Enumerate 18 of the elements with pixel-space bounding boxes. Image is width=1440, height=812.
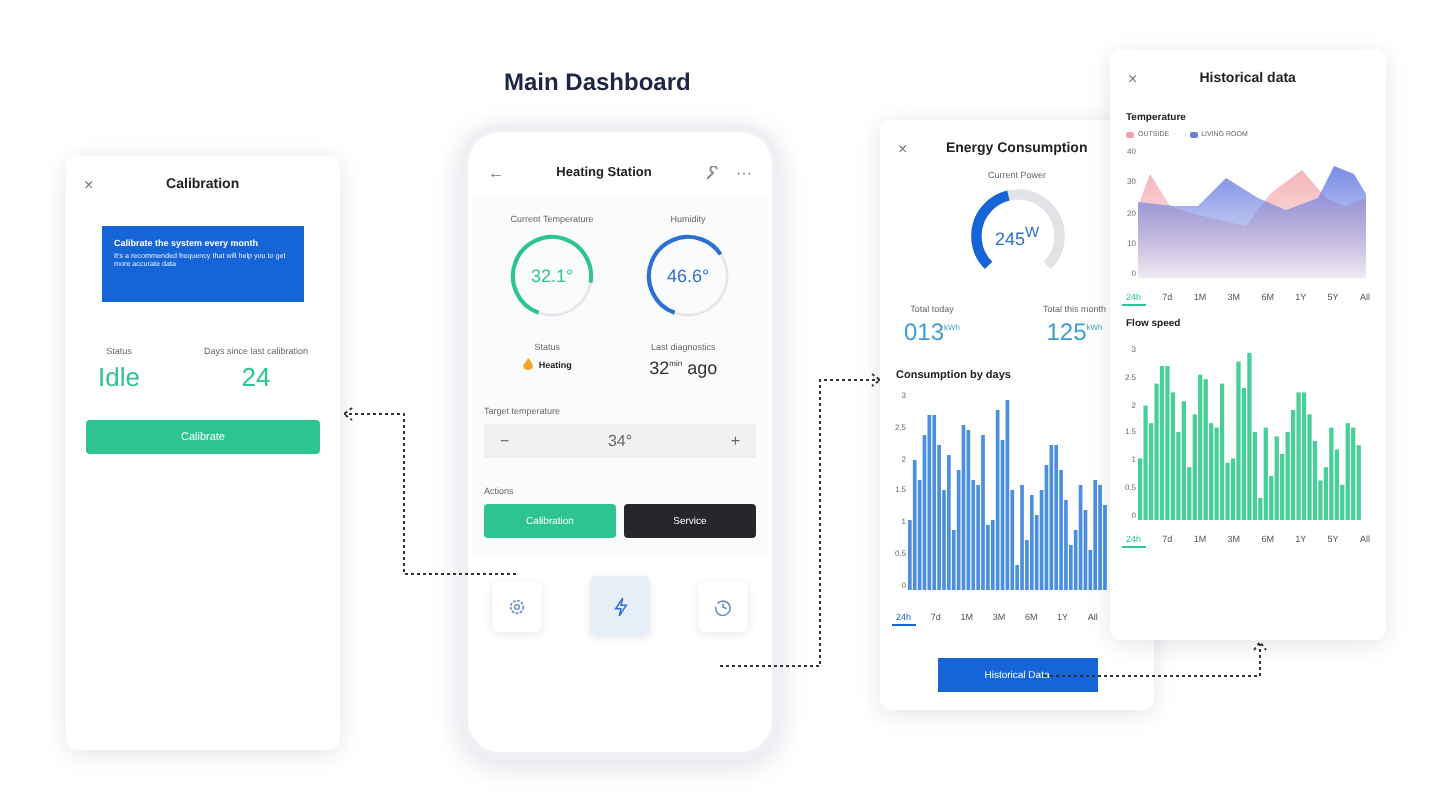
clock-icon[interactable] xyxy=(698,582,748,632)
gear-icon[interactable] xyxy=(492,582,542,632)
target-value: 34° xyxy=(607,432,633,450)
minus-button[interactable]: − xyxy=(500,432,510,450)
back-button[interactable]: ← xyxy=(488,164,504,182)
lightning-icon[interactable] xyxy=(590,576,650,636)
page-title: Main Dashboard xyxy=(504,68,691,96)
gauge-value: 46.6° xyxy=(666,266,710,286)
stat-value: Idle xyxy=(98,362,140,392)
close-icon[interactable]: × xyxy=(84,176,94,194)
more-button[interactable]: ··· xyxy=(736,164,752,182)
close-icon[interactable]: × xyxy=(1128,70,1138,88)
wrench-icon[interactable] xyxy=(704,165,720,181)
power-value: 245$^{W}$ xyxy=(994,223,1040,249)
gauge-value: 32.1° xyxy=(530,266,574,286)
stat-value: 24 xyxy=(241,362,271,392)
close-icon[interactable]: × xyxy=(898,140,908,158)
plus-button[interactable]: + xyxy=(730,432,740,450)
